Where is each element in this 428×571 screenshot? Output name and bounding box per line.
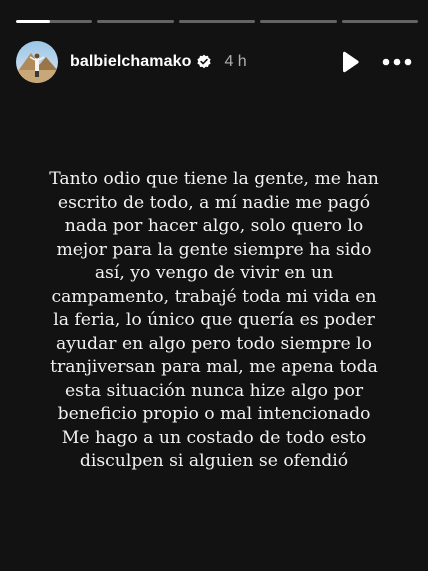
- progress-segment: [260, 20, 337, 23]
- story-progress-bar: [16, 20, 419, 23]
- story-text: Tanto odio que tiene la gente, me han es…: [49, 169, 379, 471]
- progress-segment: [16, 20, 93, 23]
- progress-segment: [97, 20, 174, 23]
- play-icon: [343, 51, 359, 73]
- verified-badge-icon: [196, 54, 212, 70]
- progress-segment: [341, 20, 419, 23]
- story-timestamp: 4 h: [224, 53, 247, 70]
- story-header: balbielchamako 4 h: [16, 40, 412, 84]
- more-icon: [382, 58, 412, 66]
- play-button[interactable]: [338, 50, 362, 74]
- progress-segment: [178, 20, 256, 23]
- story-viewer: balbielchamako 4 h Tanto odio que tiene …: [0, 0, 428, 571]
- avatar[interactable]: [16, 41, 58, 83]
- profile-photo: [16, 41, 58, 83]
- more-options-button[interactable]: [382, 50, 412, 74]
- username[interactable]: balbielchamako: [70, 53, 191, 71]
- progress-segment-fill: [16, 20, 51, 23]
